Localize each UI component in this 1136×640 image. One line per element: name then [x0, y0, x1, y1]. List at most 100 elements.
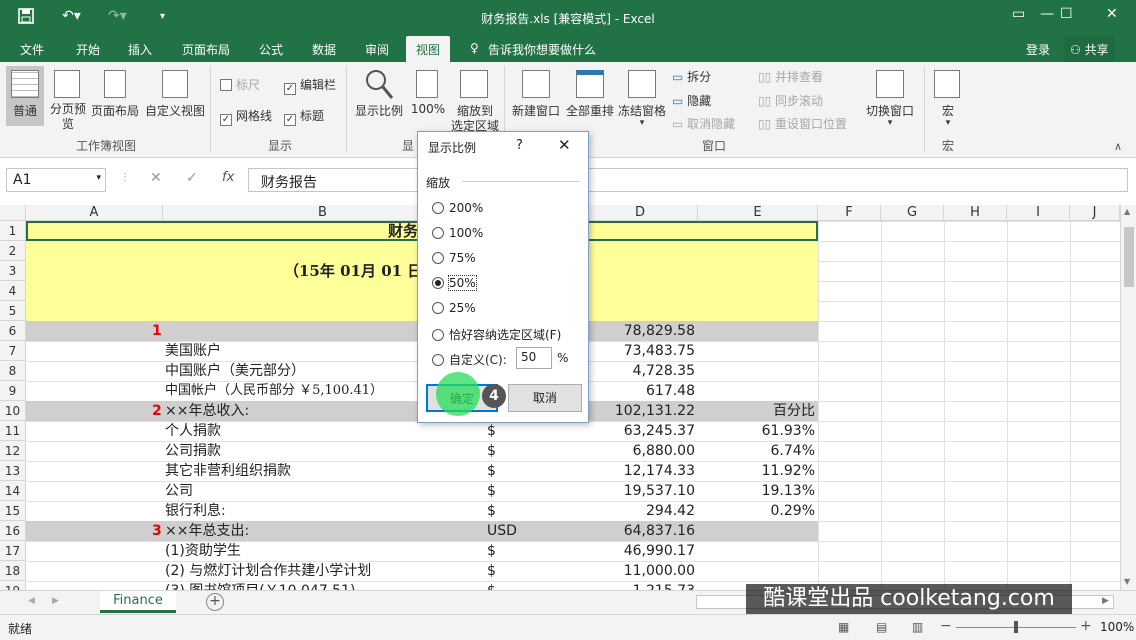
page-break-preview-button[interactable]: 分页预览 — [50, 66, 86, 136]
zoom-option-50[interactable]: 50% — [432, 275, 477, 291]
tab-formulas[interactable]: 公式 — [259, 41, 283, 58]
zoom-out-icon[interactable]: − — [940, 618, 952, 634]
tab-view[interactable]: 视图 — [406, 36, 451, 62]
row-header[interactable]: 4 — [0, 281, 26, 301]
minimize-icon[interactable]: — — [1040, 6, 1054, 22]
row-header[interactable]: 9 — [0, 381, 26, 401]
row-header[interactable]: 15 — [0, 501, 26, 521]
arrange-all-button[interactable]: 全部重排 — [564, 66, 616, 126]
row-header[interactable]: 2 — [0, 241, 26, 261]
row-header[interactable]: 16 — [0, 521, 26, 541]
help-icon[interactable]: ? — [516, 138, 523, 153]
close-icon[interactable]: ✕ — [558, 136, 571, 154]
row-header[interactable]: 8 — [0, 361, 26, 381]
column-header[interactable]: G — [881, 205, 944, 221]
sheet-tab-finance[interactable]: Finance — [100, 591, 176, 613]
add-sheet-icon[interactable]: + — [206, 593, 224, 611]
reset-position-button[interactable]: ▯▯ 重设窗口位置 — [758, 115, 847, 132]
ribbon-display-icon[interactable]: ▭ — [1012, 6, 1025, 22]
close-icon[interactable]: ✕ — [1106, 6, 1118, 22]
zoom-to-selection-button[interactable]: 缩放到 选定区域 — [450, 66, 500, 136]
tab-data[interactable]: 数据 — [312, 41, 336, 58]
zoom-in-icon[interactable]: + — [1080, 618, 1092, 634]
row-header[interactable]: 19 — [0, 581, 26, 590]
zoom-100-button[interactable]: 100% — [410, 66, 446, 126]
maximize-icon[interactable]: ☐ — [1060, 6, 1073, 22]
prev-sheet-icon[interactable]: ◀ — [28, 596, 35, 606]
zoom-option-100[interactable]: 100% — [432, 226, 483, 240]
page-layout-view-button[interactable]: 页面布局 — [90, 66, 140, 126]
page-break-status-icon[interactable]: ▥ — [912, 620, 923, 634]
column-header[interactable]: A — [26, 205, 163, 221]
new-window-button[interactable]: 新建窗口 — [510, 66, 562, 126]
vertical-scrollbar[interactable]: ▲ ▼ — [1120, 205, 1136, 590]
column-header[interactable]: H — [944, 205, 1007, 221]
column-header[interactable]: J — [1070, 205, 1120, 221]
row-header[interactable]: 3 — [0, 261, 26, 281]
row-header[interactable]: 12 — [0, 441, 26, 461]
zoom-option-25[interactable]: 25% — [432, 301, 476, 315]
normal-view-button[interactable]: 普通 — [6, 66, 44, 126]
row-header[interactable]: 7 — [0, 341, 26, 361]
zoom-option-200[interactable]: 200% — [432, 201, 483, 215]
tab-home[interactable]: 开始 — [76, 41, 100, 58]
next-sheet-icon[interactable]: ▶ — [52, 596, 59, 606]
login-link[interactable]: 登录 — [1026, 41, 1050, 58]
tab-page-layout[interactable]: 页面布局 — [182, 41, 230, 58]
column-header[interactable]: E — [698, 205, 818, 221]
freeze-panes-button[interactable]: 冻结窗格 ▾ — [616, 66, 668, 136]
gridlines-checkbox[interactable]: ✓ 网格线 — [220, 107, 272, 126]
row-header[interactable]: 6 — [0, 321, 26, 341]
custom-view-button[interactable]: 自定义视图 — [144, 66, 206, 126]
cancel-button[interactable]: 取消 — [508, 384, 582, 412]
row-header[interactable]: 1 — [0, 221, 26, 241]
insert-function-icon[interactable]: fx — [222, 170, 234, 185]
share-button[interactable]: ⚇ 共享 — [1064, 36, 1115, 62]
scroll-up-icon[interactable]: ▲ — [1124, 207, 1130, 216]
tab-review[interactable]: 审阅 — [365, 41, 389, 58]
row-header[interactable]: 18 — [0, 561, 26, 581]
row-header[interactable]: 11 — [0, 421, 26, 441]
tab-insert[interactable]: 插入 — [128, 41, 152, 58]
zoom-option-fit-selection[interactable]: 恰好容纳选定区域(F) — [432, 326, 561, 343]
split-label: 拆分 — [687, 70, 712, 84]
formula-input[interactable]: 财务报告 — [248, 168, 1128, 192]
scroll-down-icon[interactable]: ▼ — [1124, 577, 1130, 586]
row-header[interactable]: 10 — [0, 401, 26, 421]
hide-button[interactable]: ▭ 隐藏 — [672, 92, 711, 109]
enter-icon[interactable]: ✓ — [186, 170, 198, 186]
scroll-right-icon[interactable]: ▶ — [1102, 596, 1109, 606]
zoom-level[interactable]: 100% — [1100, 620, 1134, 634]
unhide-button[interactable]: ▭ 取消隐藏 — [672, 115, 735, 132]
column-header[interactable]: D — [583, 205, 698, 221]
tell-me-icon[interactable]: ♀ — [470, 41, 479, 55]
sync-scroll-button[interactable]: ▯▯ 同步滚动 — [758, 92, 823, 109]
zoom-button[interactable]: 显示比例 — [352, 66, 406, 126]
row-header[interactable]: 13 — [0, 461, 26, 481]
row-header[interactable]: 17 — [0, 541, 26, 561]
custom-zoom-input[interactable]: 50 — [516, 347, 552, 369]
zoom-option-custom[interactable]: 自定义(C): — [432, 351, 507, 368]
zoom-slider-thumb[interactable] — [1014, 621, 1018, 633]
page-layout-status-icon[interactable]: ▤ — [876, 620, 887, 634]
side-by-side-button[interactable]: ▯▯ 并排查看 — [758, 68, 823, 85]
tell-me-box[interactable]: 告诉我你想要做什么 — [488, 41, 596, 58]
ruler-checkbox[interactable]: 标尺 — [220, 76, 260, 93]
zoom-option-75[interactable]: 75% — [432, 251, 476, 265]
select-all-corner[interactable] — [0, 205, 26, 221]
normal-view-status-icon[interactable]: ▦ — [838, 620, 849, 634]
name-box[interactable]: A1 ▾ — [6, 168, 106, 192]
scroll-thumb[interactable] — [1124, 227, 1134, 287]
cancel-icon[interactable]: ✕ — [150, 170, 162, 186]
column-header[interactable]: I — [1007, 205, 1070, 221]
formula-bar-checkbox[interactable]: ✓ 编辑栏 — [284, 76, 336, 95]
headings-checkbox[interactable]: ✓ 标题 — [284, 107, 324, 126]
split-button[interactable]: ▭ 拆分 — [672, 68, 711, 85]
switch-windows-button[interactable]: 切换窗口 ▾ — [862, 66, 918, 136]
macros-button[interactable]: 宏 ▾ — [930, 66, 966, 136]
tab-file[interactable]: 文件 — [20, 41, 44, 58]
row-header[interactable]: 14 — [0, 481, 26, 501]
row-header[interactable]: 5 — [0, 301, 26, 321]
collapse-ribbon-icon[interactable]: ∧ — [1114, 140, 1122, 153]
column-header[interactable]: F — [818, 205, 881, 221]
